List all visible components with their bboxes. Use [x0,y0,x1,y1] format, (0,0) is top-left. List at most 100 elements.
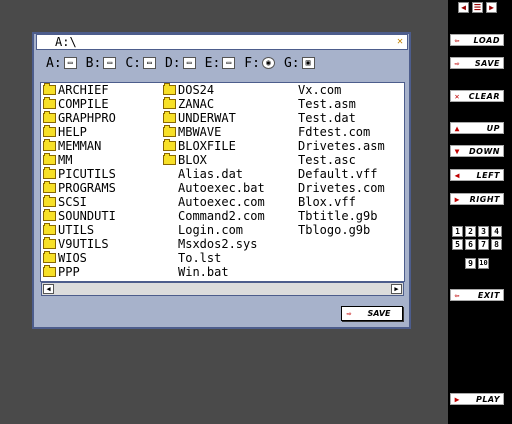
floppy-drive-icon: ▭ [63,57,77,69]
folder-item[interactable]: V9UTILS [43,237,116,251]
floppy-drive-icon: ▭ [142,57,156,69]
folder-icon [43,83,56,95]
drive-a[interactable]: A: ▭ [46,53,77,73]
number-button-2[interactable]: 2 [465,226,476,237]
folder-item[interactable]: DOS24 [163,83,265,97]
drive-b[interactable]: B: ▭ [86,53,117,73]
file-item[interactable]: Vx.com [283,83,385,97]
number-button-8[interactable]: 8 [491,239,502,250]
prev-icon[interactable]: ◀ [458,2,469,13]
folder-icon [43,265,56,277]
drive-selector: A: ▭ B: ▭ C: ▭ D: ▭ E: ▭ F: ◉ G: ▣ [46,53,315,73]
file-item[interactable]: Default.vff [283,167,385,181]
next-icon[interactable]: ▶ [486,2,497,13]
folder-item[interactable]: MM [43,153,116,167]
entry-name: BLOXFILE [178,139,236,153]
drive-g[interactable]: G: ▣ [284,53,315,73]
drive-c[interactable]: C: ▭ [125,53,156,73]
drive-d[interactable]: D: ▭ [165,53,196,73]
folder-item[interactable]: PROGRAMS [43,181,116,195]
entry-name: Test.dat [298,111,356,125]
play-icon: ▶ [454,394,460,404]
folder-item[interactable]: MBWAVE [163,125,265,139]
folder-item[interactable]: UNDERWAT [163,111,265,125]
entry-name: COMPILE [58,97,109,111]
file-column-3: Vx.com Test.asm Test.dat Fdtest.com Drivetes… [283,83,385,237]
folder-item[interactable]: SCSI [43,195,116,209]
entry-name: Fdtest.com [298,125,371,139]
number-button-6[interactable]: 6 [465,239,476,250]
floppy-drive-icon: ▭ [103,57,117,69]
cd-drive-icon: ◉ [261,57,275,69]
entry-name: Drivetes.asm [298,139,385,153]
clear-button[interactable]: ✕ CLEAR [450,90,504,102]
entry-name: Tbtitle.g9b [298,209,378,223]
folder-icon [43,237,56,249]
up-button[interactable]: ▲ UP [450,122,504,134]
load-button[interactable]: ⇦ LOAD [450,34,504,46]
file-item[interactable]: Drivetes.asm [283,139,385,153]
file-item[interactable]: Drivetes.com [283,181,385,195]
folder-item[interactable]: SOUNDUTI [43,209,116,223]
folder-item[interactable]: GRAPHPRO [43,111,116,125]
drive-f[interactable]: F: ◉ [244,53,275,73]
folder-icon [163,125,176,137]
folder-item[interactable]: ARCHIEF [43,83,116,97]
entry-name: UNDERWAT [178,111,236,125]
number-button-10[interactable]: 10 [478,258,489,269]
file-item[interactable]: Tblogo.g9b [283,223,385,237]
folder-item[interactable]: UTILS [43,223,116,237]
menu-icon[interactable]: ☰ [472,2,483,13]
file-item[interactable]: Command2.com [163,209,265,223]
folder-item[interactable]: HELP [43,125,116,139]
number-button-3[interactable]: 3 [478,226,489,237]
folder-item[interactable]: MEMMAN [43,139,116,153]
file-item[interactable]: Alias.dat [163,167,265,181]
right-button[interactable]: ▶ RIGHT [450,193,504,205]
folder-item[interactable]: BLOX [163,153,265,167]
number-button-1[interactable]: 1 [452,226,463,237]
folder-icon [43,97,56,109]
down-button[interactable]: ▼ DOWN [450,145,504,157]
file-item[interactable]: Blox.vff [283,195,385,209]
folder-icon [43,125,56,137]
entry-name: Test.asm [298,97,356,111]
number-button-7[interactable]: 7 [478,239,489,250]
file-item[interactable]: Test.asm [283,97,385,111]
folder-item[interactable]: WIOS [43,251,116,265]
exit-button[interactable]: ⇦ EXIT [450,289,504,301]
file-column-1: ARCHIEF COMPILE GRAPHPRO HELP MEMMAN MM PICUTI… [43,83,116,279]
file-item[interactable]: Test.asc [283,153,385,167]
number-button-9[interactable]: 9 [465,258,476,269]
left-icon: ◀ [454,170,460,180]
folder-item[interactable]: COMPILE [43,97,116,111]
path-input[interactable]: A:\ [36,34,408,50]
file-item[interactable]: Autoexec.bat [163,181,265,195]
folder-item[interactable]: ZANAC [163,97,265,111]
folder-icon [163,139,176,151]
file-item[interactable]: Win.bat [163,265,265,279]
left-button[interactable]: ◀ LEFT [450,169,504,181]
scroll-left-icon[interactable]: ◀ [43,284,54,294]
folder-item[interactable]: BLOXFILE [163,139,265,153]
scroll-right-icon[interactable]: ▶ [391,284,402,294]
folder-item[interactable]: PICUTILS [43,167,116,181]
horizontal-scrollbar[interactable]: ◀ ▶ [41,282,404,296]
file-item[interactable]: To.lst [163,251,265,265]
file-item[interactable]: Fdtest.com [283,125,385,139]
floppy-drive-icon: ▭ [182,57,196,69]
number-button-5[interactable]: 5 [452,239,463,250]
file-item[interactable]: Msxdos2.sys [163,237,265,251]
file-item[interactable]: Test.dat [283,111,385,125]
play-button[interactable]: ▶ PLAY [450,393,504,405]
close-icon[interactable]: ✕ [397,36,403,47]
entry-name: SCSI [58,195,87,209]
number-button-4[interactable]: 4 [491,226,502,237]
file-item[interactable]: Login.com [163,223,265,237]
file-item[interactable]: Autoexec.com [163,195,265,209]
save-toolbar-button[interactable]: ⇨ SAVE [450,57,504,69]
drive-e[interactable]: E: ▭ [205,53,236,73]
file-item[interactable]: Tbtitle.g9b [283,209,385,223]
folder-item[interactable]: PPP [43,265,116,279]
save-button[interactable]: ⇨ SAVE [341,306,403,321]
